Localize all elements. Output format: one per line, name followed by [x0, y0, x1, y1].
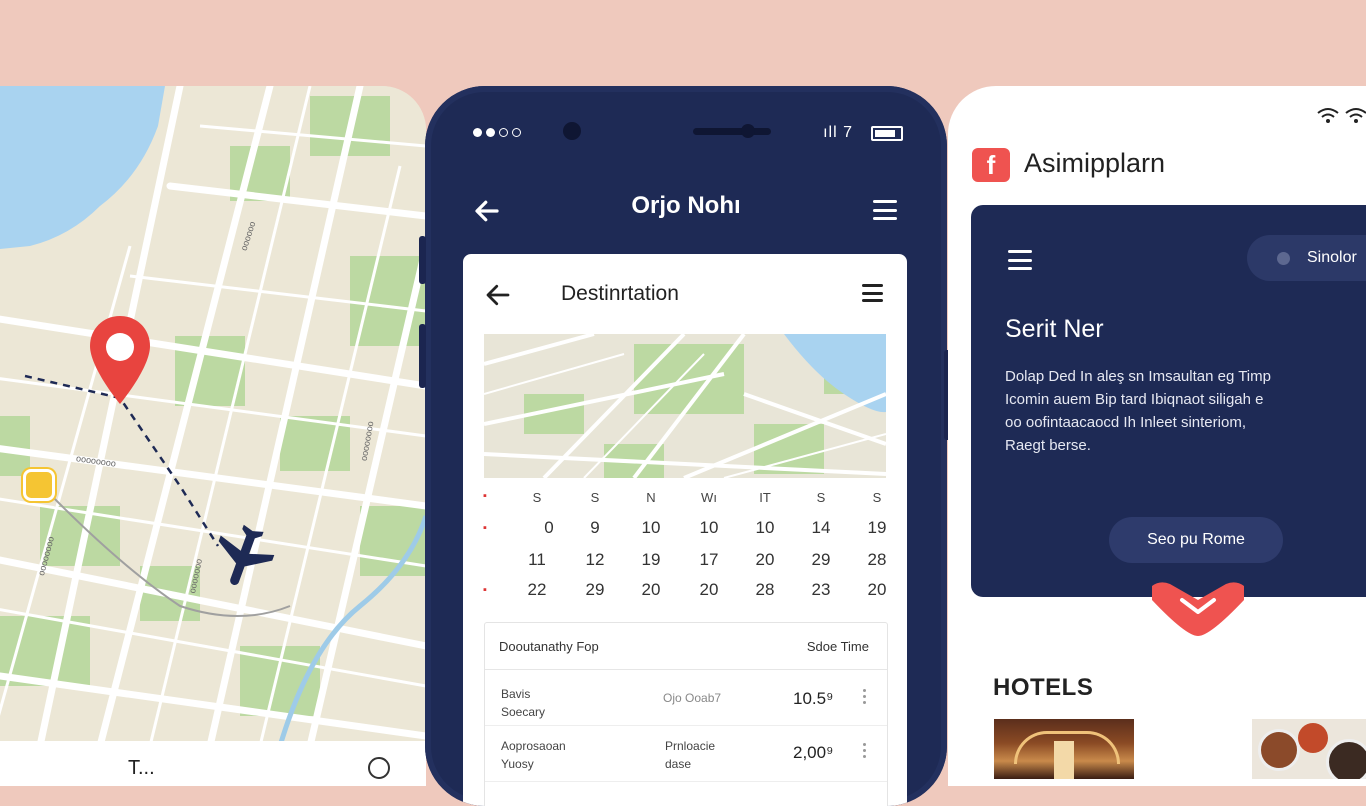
row-code: Prnloacie	[665, 739, 716, 753]
app-panel: f Asimipplarn Sinolor Serit Ner Dolap De…	[948, 86, 1366, 786]
weekday-label: S	[872, 490, 882, 505]
search-dot-icon	[1277, 252, 1290, 265]
sensor-icon	[741, 124, 755, 138]
description-line: Icomin auem Bip tard Ibiqnaot siligah e	[1005, 391, 1264, 408]
calendar-day[interactable]: 28	[857, 550, 897, 570]
map-bottom-bar: T...	[0, 741, 426, 786]
battery-icon	[871, 126, 903, 141]
table-header: Dooutanathy Fop Sdoe Time	[485, 623, 887, 670]
calendar-day[interactable]: 22	[517, 580, 557, 600]
calendar-day[interactable]: 20	[631, 580, 671, 600]
map-panel[interactable]: oooooo oooooooo oooooooo oooooooo oooooo…	[0, 86, 426, 786]
hero-card: Sinolor Serit Ner Dolap Ded In aleş sn I…	[971, 205, 1366, 597]
more-options-icon[interactable]	[863, 743, 866, 758]
table-row[interactable]: Aoprosaoan Yuosy Prnloacie dase 2,00⁹	[485, 725, 887, 782]
phone-volume-button	[419, 324, 426, 388]
row-value: 2,00⁹	[793, 743, 834, 762]
status-signal-text: ıll 7	[823, 124, 853, 141]
hero-title: Serit Ner	[1005, 315, 1104, 343]
row-subtitle: Soecary	[501, 705, 546, 719]
speaker-grille	[693, 128, 771, 135]
calendar-week-row: 11 12 19 17 20 29 28	[463, 550, 907, 576]
calendar-day[interactable]: 10	[745, 518, 785, 538]
signal-dots-icon	[473, 128, 521, 137]
location-pin-icon[interactable]	[88, 314, 152, 406]
front-camera-icon	[563, 122, 581, 140]
mini-map-graphic	[484, 334, 886, 478]
calendar-day[interactable]: 28	[745, 580, 785, 600]
weekday-label: S	[590, 490, 600, 505]
search-label: Sinolor	[1307, 249, 1357, 266]
row-value: 10.5⁹	[793, 689, 834, 708]
menu-icon[interactable]	[862, 284, 883, 302]
row-marker: ▪	[483, 522, 487, 534]
app-logo-icon: f	[972, 148, 1010, 182]
column-header: Dooutanathy Fop	[499, 639, 599, 654]
phone-volume-button	[419, 236, 426, 284]
calendar-week-row: ▪ 22 29 20 20 28 23 20	[463, 580, 907, 606]
weekday-label: S	[816, 490, 826, 505]
calendar-day[interactable]: 19	[857, 518, 897, 538]
weekday-label: N	[646, 490, 656, 505]
calendar-day[interactable]: 10	[689, 518, 729, 538]
chevron-down-icon[interactable]	[1150, 578, 1246, 638]
description-line: Raegt berse.	[1005, 437, 1091, 454]
calendar-day[interactable]: 12	[575, 550, 615, 570]
calendar-day[interactable]: 11	[517, 550, 557, 570]
search-button[interactable]: Sinolor	[1247, 235, 1366, 281]
row-name: Aoprosaoan	[501, 739, 566, 753]
phone-title: Orjo Nohı	[631, 192, 741, 219]
schedule-table: Dooutanathy Fop Sdoe Time Bavis Soecary …	[484, 622, 888, 806]
description-line: oo oofintaacaocd Ih Inleet sinteriom,	[1005, 414, 1246, 431]
calendar-day[interactable]: 29	[575, 580, 615, 600]
back-arrow-icon[interactable]	[483, 280, 513, 310]
row-code-sub: dase	[665, 757, 692, 771]
more-options-icon[interactable]	[863, 689, 866, 704]
wifi-icon	[1345, 108, 1366, 123]
card-title: Destinrtation	[561, 282, 679, 305]
calendar-day[interactable]: 17	[689, 550, 729, 570]
calendar-week-row: ▪ 0 9 10 10 10 14 19	[463, 518, 907, 544]
search-icon[interactable]	[368, 757, 390, 779]
hotel-thumbnail[interactable]	[994, 719, 1134, 779]
transit-stop-icon[interactable]	[23, 469, 55, 501]
calendar-day[interactable]: 19	[631, 550, 671, 570]
calendar-day[interactable]: 29	[801, 550, 841, 570]
row-marker: ▪	[483, 584, 487, 596]
calendar-day[interactable]: 10	[631, 518, 671, 538]
table-row[interactable]: Bavis Soecary Ojo Ooab7 10.5⁹	[485, 669, 887, 726]
status-bar: ıll 7	[473, 122, 903, 146]
see-more-button[interactable]: Seo pu Rome	[1109, 517, 1283, 563]
destination-card: Destinrtation ▪ S S N Wı IT S S ▪ 0 9 10…	[463, 254, 907, 806]
weekday-label: S	[532, 490, 542, 505]
calendar-day[interactable]: 14	[801, 518, 841, 538]
row-marker: ▪	[483, 490, 487, 502]
calendar-weekdays: ▪ S S N Wı IT S S	[463, 490, 907, 516]
hero-description: Dolap Ded In aleş sn Imsaultan eg Timp I…	[1005, 365, 1366, 457]
app-name: Asimipplarn	[1024, 148, 1166, 178]
hotel-thumbnail[interactable]	[1252, 719, 1366, 779]
city-map[interactable]	[0, 86, 426, 746]
mini-map[interactable]	[484, 334, 886, 478]
column-header: Sdoe Time	[806, 639, 869, 654]
row-subtitle: Yuosy	[501, 757, 534, 771]
phone-mockup: ıll 7 Orjo Nohı Destinrtation ▪ S S N Wı…	[425, 86, 947, 806]
calendar-day[interactable]: 20	[857, 580, 897, 600]
calendar-day[interactable]: 20	[689, 580, 729, 600]
menu-icon[interactable]	[873, 200, 897, 220]
bottom-bar-label: T...	[128, 757, 155, 779]
row-name: Bavis	[501, 687, 531, 701]
description-line: Dolap Ded In aleş sn Imsaultan eg Timp	[1005, 368, 1271, 385]
calendar-day[interactable]: 9	[575, 518, 615, 538]
weekday-label: IT	[759, 490, 771, 505]
wifi-icon	[1317, 108, 1339, 123]
section-title: HOTELS	[993, 674, 1094, 701]
calendar-day[interactable]: 20	[745, 550, 785, 570]
weekday-label: Wı	[701, 490, 717, 505]
row-code: Ojo Ooab7	[663, 691, 722, 705]
calendar-day[interactable]: 23	[801, 580, 841, 600]
menu-icon[interactable]	[1008, 250, 1032, 270]
calendar-day[interactable]: 0	[529, 518, 569, 538]
